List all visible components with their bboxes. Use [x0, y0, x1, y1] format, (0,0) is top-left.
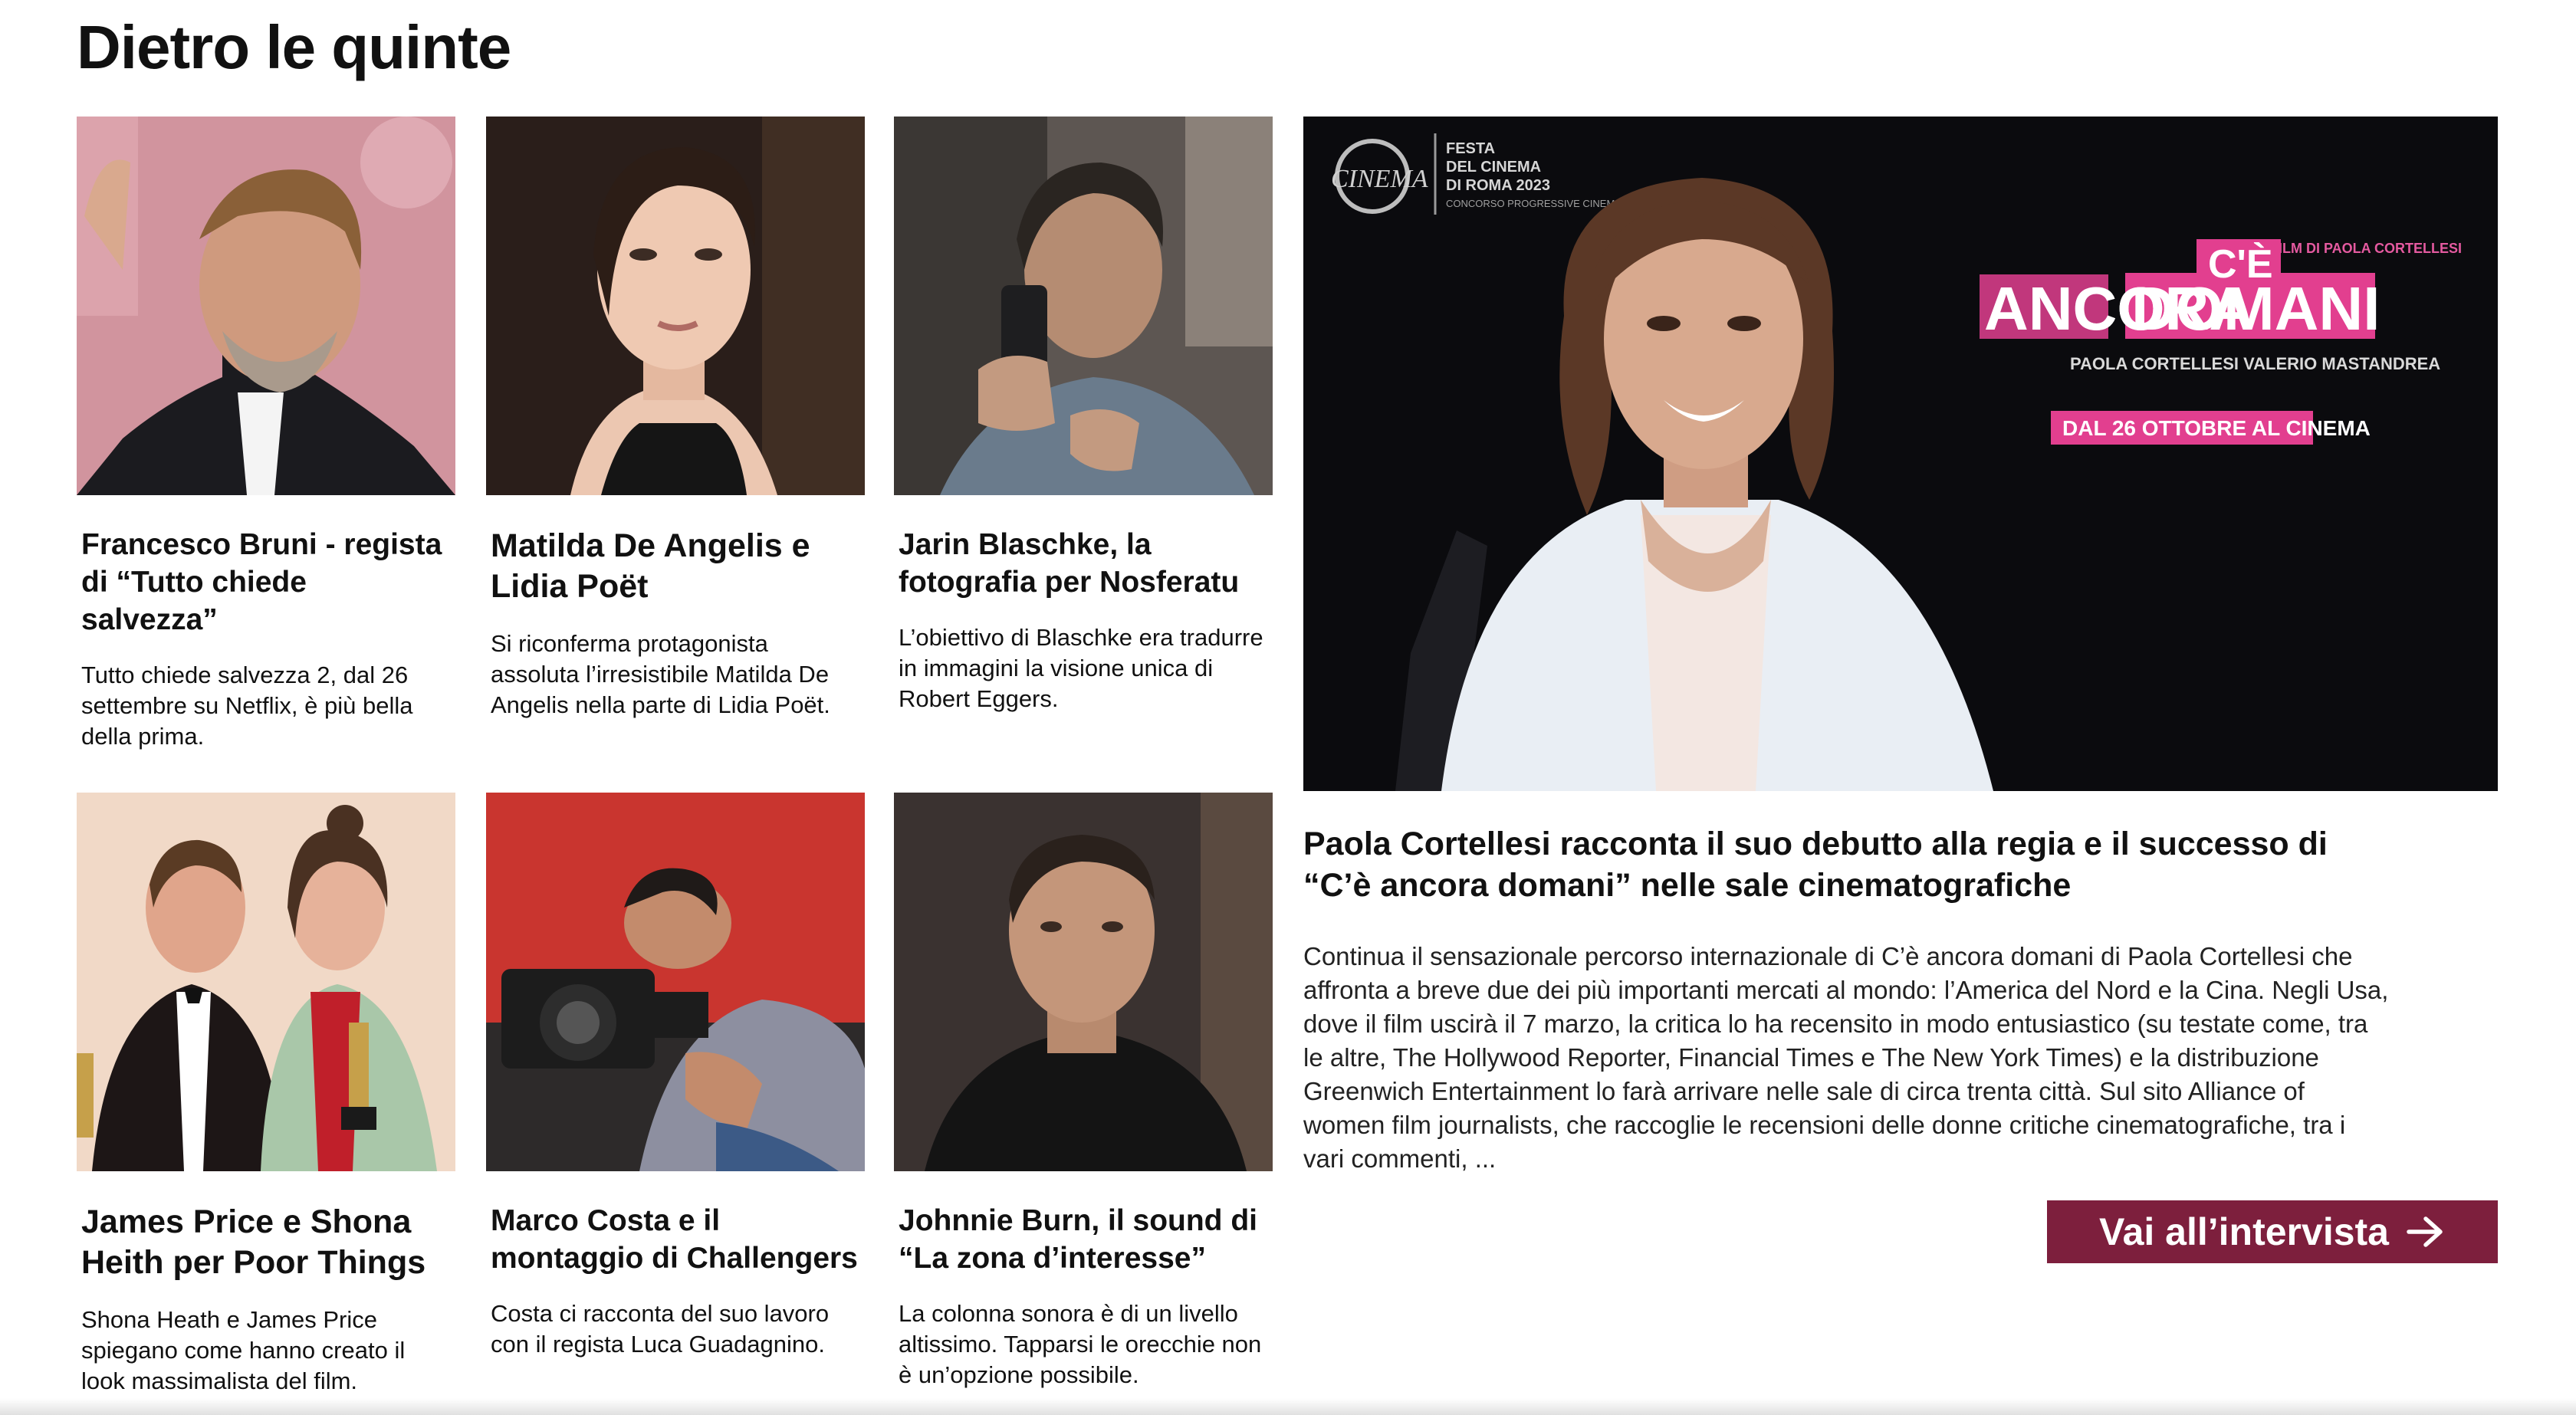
article-card-francesco-bruni[interactable]: Francesco Bruni - regista di “Tutto chie…: [77, 117, 455, 752]
article-description: Si riconferma protagonista assoluta l’ir…: [491, 630, 830, 718]
article-image[interactable]: [894, 793, 1273, 1171]
article-title[interactable]: James Price e Shona Heith per Poor Thing…: [81, 1202, 451, 1283]
article-card-james-price-shona-heath[interactable]: James Price e Shona Heith per Poor Thing…: [77, 793, 455, 1397]
svg-text:DI ROMA 2023: DI ROMA 2023: [1446, 177, 1550, 194]
featured-article-title[interactable]: Paola Cortellesi racconta il suo debutto…: [1303, 823, 2392, 906]
featured-article[interactable]: CINEMA FESTA DEL CINEMA DI ROMA 2023 CON…: [1303, 117, 2498, 1263]
read-interview-button[interactable]: Vai all’intervista: [2047, 1200, 2498, 1263]
article-title[interactable]: Francesco Bruni - regista di “Tutto chie…: [81, 526, 451, 639]
portrait-photo: [77, 793, 455, 1171]
featured-article-description: Continua il sensazionale percorso intern…: [1303, 942, 2389, 1173]
interview-photo: CINEMA FESTA DEL CINEMA DI ROMA 2023 CON…: [1303, 117, 2498, 791]
portrait-photo: [486, 793, 865, 1171]
article-card-jarin-blaschke[interactable]: Jarin Blaschke, la fotografia per Nosfer…: [894, 117, 1273, 714]
svg-text:ANCORA: ANCORA: [1984, 274, 2253, 343]
portrait-photo: [894, 793, 1273, 1171]
svg-text:DAL 26 OTTOBRE AL CINEMA: DAL 26 OTTOBRE AL CINEMA: [2062, 416, 2371, 440]
page: Dietro le quinte Francesco Bruni - regis…: [0, 0, 2576, 1415]
article-title[interactable]: Jarin Blaschke, la fotografia per Nosfer…: [899, 526, 1268, 601]
section-title: Dietro le quinte: [77, 13, 511, 81]
svg-text:FESTA: FESTA: [1446, 140, 1495, 157]
article-image[interactable]: [77, 117, 455, 495]
article-description: Tutto chiede salvezza 2, dal 26 settembr…: [81, 662, 413, 750]
article-image[interactable]: [77, 793, 455, 1171]
article-card-marco-costa[interactable]: Marco Costa e il montaggio di Challenger…: [486, 793, 865, 1360]
portrait-photo: [486, 117, 865, 495]
read-interview-button-label: Vai all’intervista: [2099, 1210, 2389, 1253]
featured-image[interactable]: CINEMA FESTA DEL CINEMA DI ROMA 2023 CON…: [1303, 117, 2498, 791]
arrow-right-icon: [2407, 1216, 2443, 1247]
article-image[interactable]: [486, 117, 865, 495]
portrait-photo: [77, 117, 455, 495]
svg-text:CONCORSO PROGRESSIVE CINEMA: CONCORSO PROGRESSIVE CINEMA: [1446, 198, 1622, 209]
article-title[interactable]: Johnnie Burn, il sound di “La zona d’int…: [899, 1202, 1268, 1277]
article-description: Costa ci racconta del suo lavoro con il …: [491, 1300, 830, 1358]
svg-text:DEL CINEMA: DEL CINEMA: [1446, 159, 1541, 176]
scroll-shadow: [0, 1398, 2576, 1415]
article-description: La colonna sonora è di un livello altiss…: [899, 1300, 1262, 1388]
article-image[interactable]: [894, 117, 1273, 495]
svg-text:PAOLA CORTELLESI VALERIO MAS: PAOLA CORTELLESI VALERIO MASTANDREA: [2070, 354, 2440, 373]
article-description: L’obiettivo di Blaschke era tradurre in …: [899, 624, 1263, 712]
article-card-matilda-de-angelis[interactable]: Matilda De Angelis e Lidia Poët Si ricon…: [486, 117, 865, 721]
article-image[interactable]: [486, 793, 865, 1171]
portrait-photo: [894, 117, 1273, 495]
svg-text:CINEMA: CINEMA: [1331, 165, 1428, 193]
article-title[interactable]: Marco Costa e il montaggio di Challenger…: [491, 1202, 860, 1277]
article-title[interactable]: Matilda De Angelis e Lidia Poët: [491, 526, 860, 607]
article-card-johnnie-burn[interactable]: Johnnie Burn, il sound di “La zona d’int…: [894, 793, 1273, 1390]
article-description: Shona Heath e James Price spiegano come …: [81, 1306, 406, 1394]
